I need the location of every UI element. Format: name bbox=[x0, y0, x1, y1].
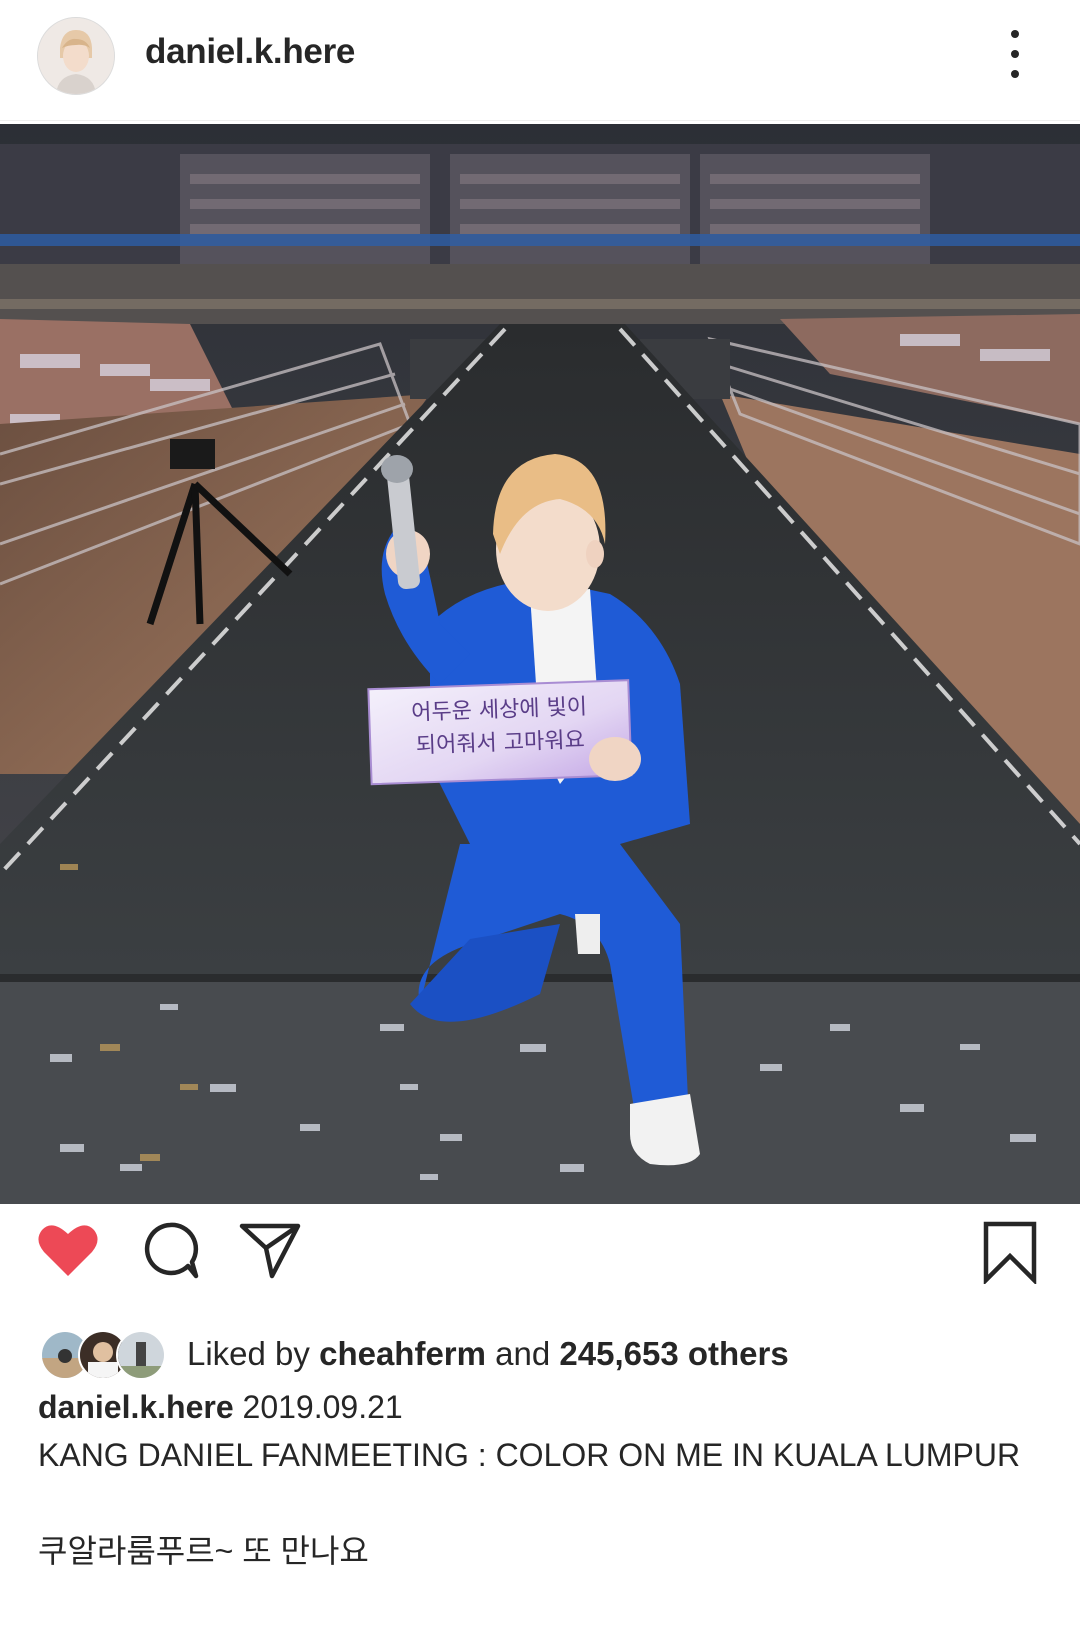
liked-by-text: Liked by cheahferm and 245,653 others bbox=[187, 1335, 789, 1373]
heart-icon[interactable] bbox=[36, 1220, 100, 1285]
post-photo[interactable]: 어두운 세상에 빛이 되어줘서 고마워요 bbox=[0, 124, 1080, 1204]
more-vertical-icon[interactable] bbox=[1000, 30, 1030, 78]
caption-username[interactable]: daniel.k.here bbox=[38, 1389, 234, 1425]
likes-count[interactable]: 245,653 others bbox=[559, 1335, 788, 1372]
bookmark-icon[interactable] bbox=[982, 1220, 1038, 1289]
comment-icon[interactable] bbox=[140, 1220, 200, 1285]
liker-avatar bbox=[116, 1330, 166, 1380]
liked-by-prefix: Liked by bbox=[187, 1335, 310, 1372]
post-date: 2019.09.21 bbox=[242, 1389, 403, 1425]
caption-line-2: 쿠알라룸푸르~ 또 만나요 bbox=[38, 1533, 369, 1569]
action-bar bbox=[0, 1220, 1080, 1290]
header-username[interactable]: daniel.k.here bbox=[145, 32, 355, 72]
liked-by-connector: and bbox=[495, 1335, 551, 1372]
profile-avatar[interactable] bbox=[37, 17, 115, 95]
send-icon[interactable] bbox=[238, 1220, 302, 1285]
liked-by-row[interactable]: Liked by cheahferm and 245,653 others bbox=[40, 1330, 1040, 1380]
liker-username[interactable]: cheahferm bbox=[319, 1335, 486, 1372]
post-caption: daniel.k.here 2019.09.21 KANG DANIEL FAN… bbox=[38, 1383, 1048, 1575]
post-header: daniel.k.here bbox=[0, 0, 1080, 121]
caption-line-1: KANG DANIEL FANMEETING : COLOR ON ME IN … bbox=[38, 1437, 1021, 1473]
